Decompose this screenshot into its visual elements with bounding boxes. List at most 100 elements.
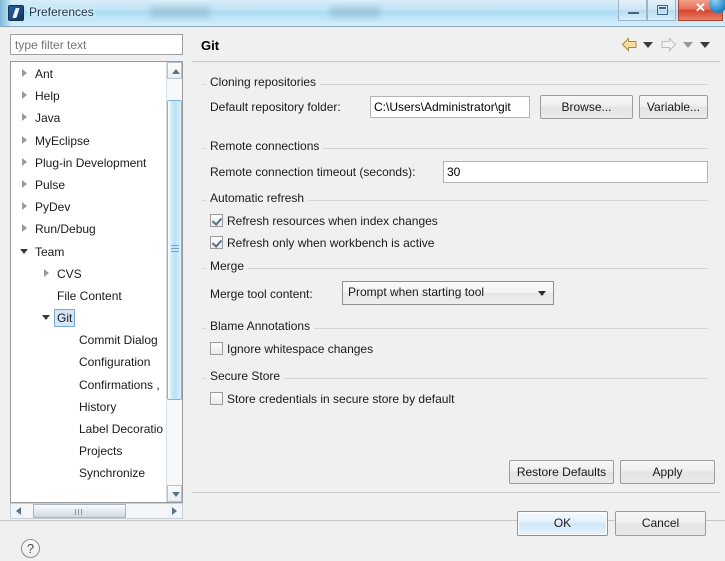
triangle-right-icon[interactable]: [19, 111, 30, 122]
tree-item-configuration[interactable]: Configuration: [11, 350, 167, 372]
tree-item-history[interactable]: History: [11, 395, 167, 417]
triangle-right-icon[interactable]: [19, 178, 30, 189]
merge-tool-content-label: Merge tool content:: [210, 287, 313, 301]
apply-button[interactable]: Apply: [620, 460, 715, 484]
tree-item-java[interactable]: Java: [11, 106, 167, 128]
triangle-down-icon[interactable]: [19, 245, 30, 256]
group-body: Refresh resources when index changes Ref…: [202, 205, 708, 263]
titlebar-background-blur-2: [330, 6, 380, 18]
page-header: Git: [192, 32, 720, 62]
tree-item-label: Projects: [79, 444, 123, 459]
tree-item-plug-in-development[interactable]: Plug-in Development: [11, 151, 167, 173]
tree-item-help[interactable]: Help: [11, 84, 167, 106]
tree-item-file-content[interactable]: File Content: [11, 284, 167, 306]
group-cloning-repositories: Cloning repositories Default repository …: [202, 75, 708, 131]
group-body: Ignore whitespace changes: [202, 333, 708, 373]
store-credentials-label: Store credentials in secure store by def…: [227, 392, 455, 406]
triangle-down-icon: [172, 492, 180, 497]
tree-item-label: Ant: [35, 67, 54, 81]
scroll-left-button[interactable]: [11, 504, 26, 518]
window-title: Preferences: [29, 5, 94, 19]
group-automatic-refresh: Automatic refresh Refresh resources when…: [202, 191, 708, 257]
back-arrow-icon[interactable]: [621, 37, 638, 53]
tree-item-label: File Content: [57, 288, 122, 303]
merge-tool-content-value: Prompt when starting tool: [348, 285, 485, 299]
ignore-whitespace-checkbox-row[interactable]: Ignore whitespace changes: [210, 342, 373, 356]
checkbox-icon[interactable]: [210, 236, 223, 249]
scroll-grip-icon: [74, 509, 85, 515]
tree-item-label: Label Decoratio: [79, 422, 164, 436]
triangle-right-icon[interactable]: [41, 267, 52, 278]
tree-item-git[interactable]: Git: [11, 306, 167, 328]
remote-timeout-input[interactable]: [443, 161, 708, 183]
scroll-up-button[interactable]: [167, 62, 182, 79]
back-dropdown-icon[interactable]: [642, 41, 653, 48]
tree-item-myeclipse[interactable]: MyEclipse: [11, 129, 167, 151]
minimize-icon: [628, 12, 639, 14]
group-title: Secure Store: [206, 369, 285, 383]
ignore-whitespace-label: Ignore whitespace changes: [227, 342, 374, 356]
tree-item-ant[interactable]: Ant: [11, 62, 167, 84]
ok-button[interactable]: OK: [517, 511, 608, 536]
group-title: Cloning repositories: [206, 75, 321, 89]
default-repository-folder-input[interactable]: [370, 96, 530, 118]
tree-item-window-cache[interactable]: Window Cache: [11, 484, 167, 487]
merge-tool-content-select[interactable]: Prompt when starting tool: [342, 281, 554, 305]
minimize-button[interactable]: [618, 0, 647, 21]
triangle-right-icon[interactable]: [19, 134, 30, 145]
variable-button[interactable]: Variable...: [639, 95, 708, 119]
help-icon[interactable]: ?: [21, 539, 40, 558]
browse-button[interactable]: Browse...: [540, 95, 633, 119]
tree-item-pydev[interactable]: PyDev: [11, 195, 167, 217]
refresh-only-when-active-checkbox-row[interactable]: Refresh only when workbench is active: [210, 236, 434, 250]
restore-defaults-button[interactable]: Restore Defaults: [509, 460, 614, 484]
maximize-button[interactable]: [647, 0, 676, 21]
filter-input[interactable]: [10, 34, 183, 55]
triangle-right-icon[interactable]: [19, 200, 30, 211]
triangle-right-icon[interactable]: [19, 222, 30, 233]
forward-dropdown-icon: [682, 41, 693, 48]
tree-item-run-debug[interactable]: Run/Debug: [11, 217, 167, 239]
preference-tree[interactable]: Ant Help Java MyEclipse Plug-in Development P…: [10, 61, 183, 503]
triangle-up-icon: [172, 69, 180, 74]
tree-item-team[interactable]: Team: [11, 240, 167, 262]
triangle-down-icon[interactable]: [41, 311, 52, 322]
tree-item-label: Pulse: [35, 177, 66, 192]
tree-item-projects[interactable]: Projects: [11, 439, 167, 461]
tree-item-pulse[interactable]: Pulse: [11, 173, 167, 195]
tree-item-synchronize[interactable]: Synchronize: [11, 461, 167, 483]
tree-item-label-decoratio[interactable]: Label Decoratio: [11, 417, 167, 439]
view-menu-dropdown-icon[interactable]: [700, 41, 710, 48]
triangle-right-icon[interactable]: [19, 89, 30, 100]
tree-item-cvs[interactable]: CVS: [11, 262, 167, 284]
tree-item-label: Commit Dialog: [79, 333, 158, 348]
tree-item-label: Git: [54, 309, 76, 328]
scroll-right-button[interactable]: [167, 504, 182, 518]
refresh-on-index-change-label: Refresh resources when index changes: [227, 214, 438, 228]
scroll-down-button[interactable]: [167, 485, 182, 502]
checkbox-icon[interactable]: [210, 214, 223, 227]
store-credentials-checkbox-row[interactable]: Store credentials in secure store by def…: [210, 392, 454, 406]
triangle-right-icon[interactable]: [19, 156, 30, 167]
tree-vertical-scrollbar[interactable]: [166, 62, 182, 502]
checkbox-icon[interactable]: [210, 342, 223, 355]
tree-item-confirmations[interactable]: Confirmations ,: [11, 373, 167, 395]
vertical-scroll-thumb[interactable]: [167, 100, 182, 400]
triangle-right-icon[interactable]: [19, 67, 30, 78]
page-toolbar: [619, 37, 712, 57]
checkbox-icon[interactable]: [210, 392, 223, 405]
tree-item-commit-dialog[interactable]: Commit Dialog: [11, 328, 167, 350]
page-title: Git: [201, 38, 220, 53]
horizontal-scroll-thumb[interactable]: [33, 504, 126, 518]
refresh-on-index-change-checkbox-row[interactable]: Refresh resources when index changes: [210, 214, 438, 228]
tree-item-label: MyEclipse: [35, 133, 90, 148]
tree-horizontal-scrollbar[interactable]: [10, 503, 183, 519]
triangle-left-icon: [16, 507, 21, 515]
cancel-button[interactable]: Cancel: [615, 511, 706, 536]
maximize-icon: [657, 5, 668, 15]
group-blame-annotations: Blame Annotations Ignore whitespace chan…: [202, 319, 708, 367]
tree-item-label: Confirmations ,: [79, 377, 160, 392]
